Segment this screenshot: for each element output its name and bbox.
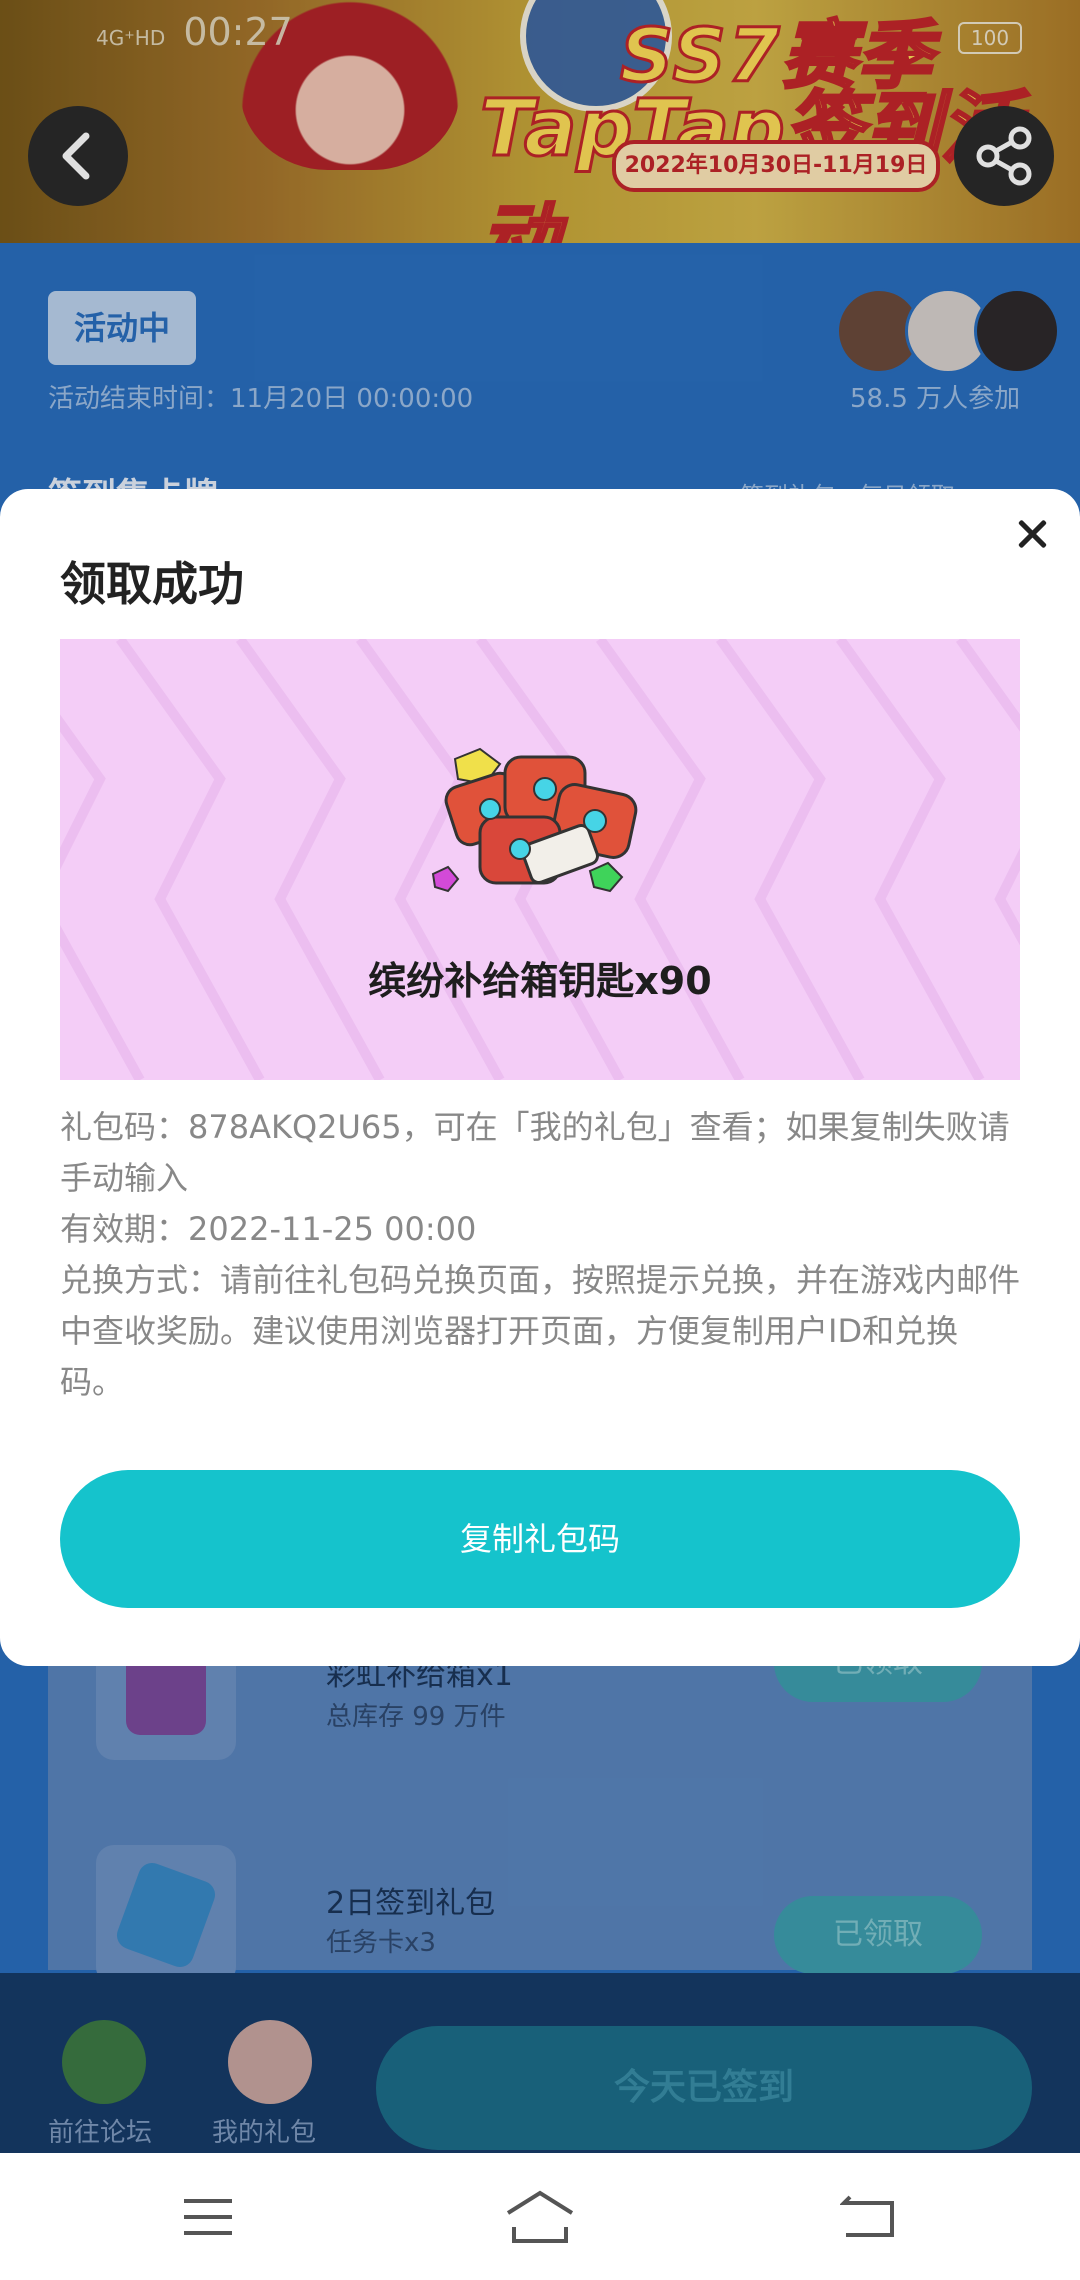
copy-code-button[interactable]: 复制礼包码 bbox=[60, 1470, 1020, 1608]
return-icon[interactable] bbox=[840, 2189, 896, 2245]
home-icon[interactable] bbox=[504, 2187, 576, 2247]
validity-line: 有效期：2022-11-25 00:00 bbox=[60, 1210, 477, 1248]
system-nav-bar bbox=[0, 2153, 1080, 2280]
prize-panel bbox=[60, 639, 1020, 1080]
zigzag-background bbox=[60, 639, 1020, 1080]
redeem-instructions: 兑换方式：请前往礼包码兑换页面，按照提示兑换，并在游戏内邮件中查收奖励。建议使用… bbox=[60, 1261, 1021, 1401]
prize-name: 缤纷补给箱钥匙x90 bbox=[368, 959, 712, 1003]
close-icon[interactable] bbox=[1012, 514, 1052, 554]
menu-icon[interactable] bbox=[180, 2189, 236, 2245]
prize-info: 礼包码：878AKQ2U65，可在「我的礼包」查看；如果复制失败请手动输入 有效… bbox=[60, 1102, 1020, 1408]
key-bundle-icon bbox=[431, 747, 638, 893]
dialog-title: 领取成功 bbox=[60, 557, 244, 611]
gift-code-line: 礼包码：878AKQ2U65，可在「我的礼包」查看；如果复制失败请手动输入 bbox=[60, 1108, 1010, 1197]
